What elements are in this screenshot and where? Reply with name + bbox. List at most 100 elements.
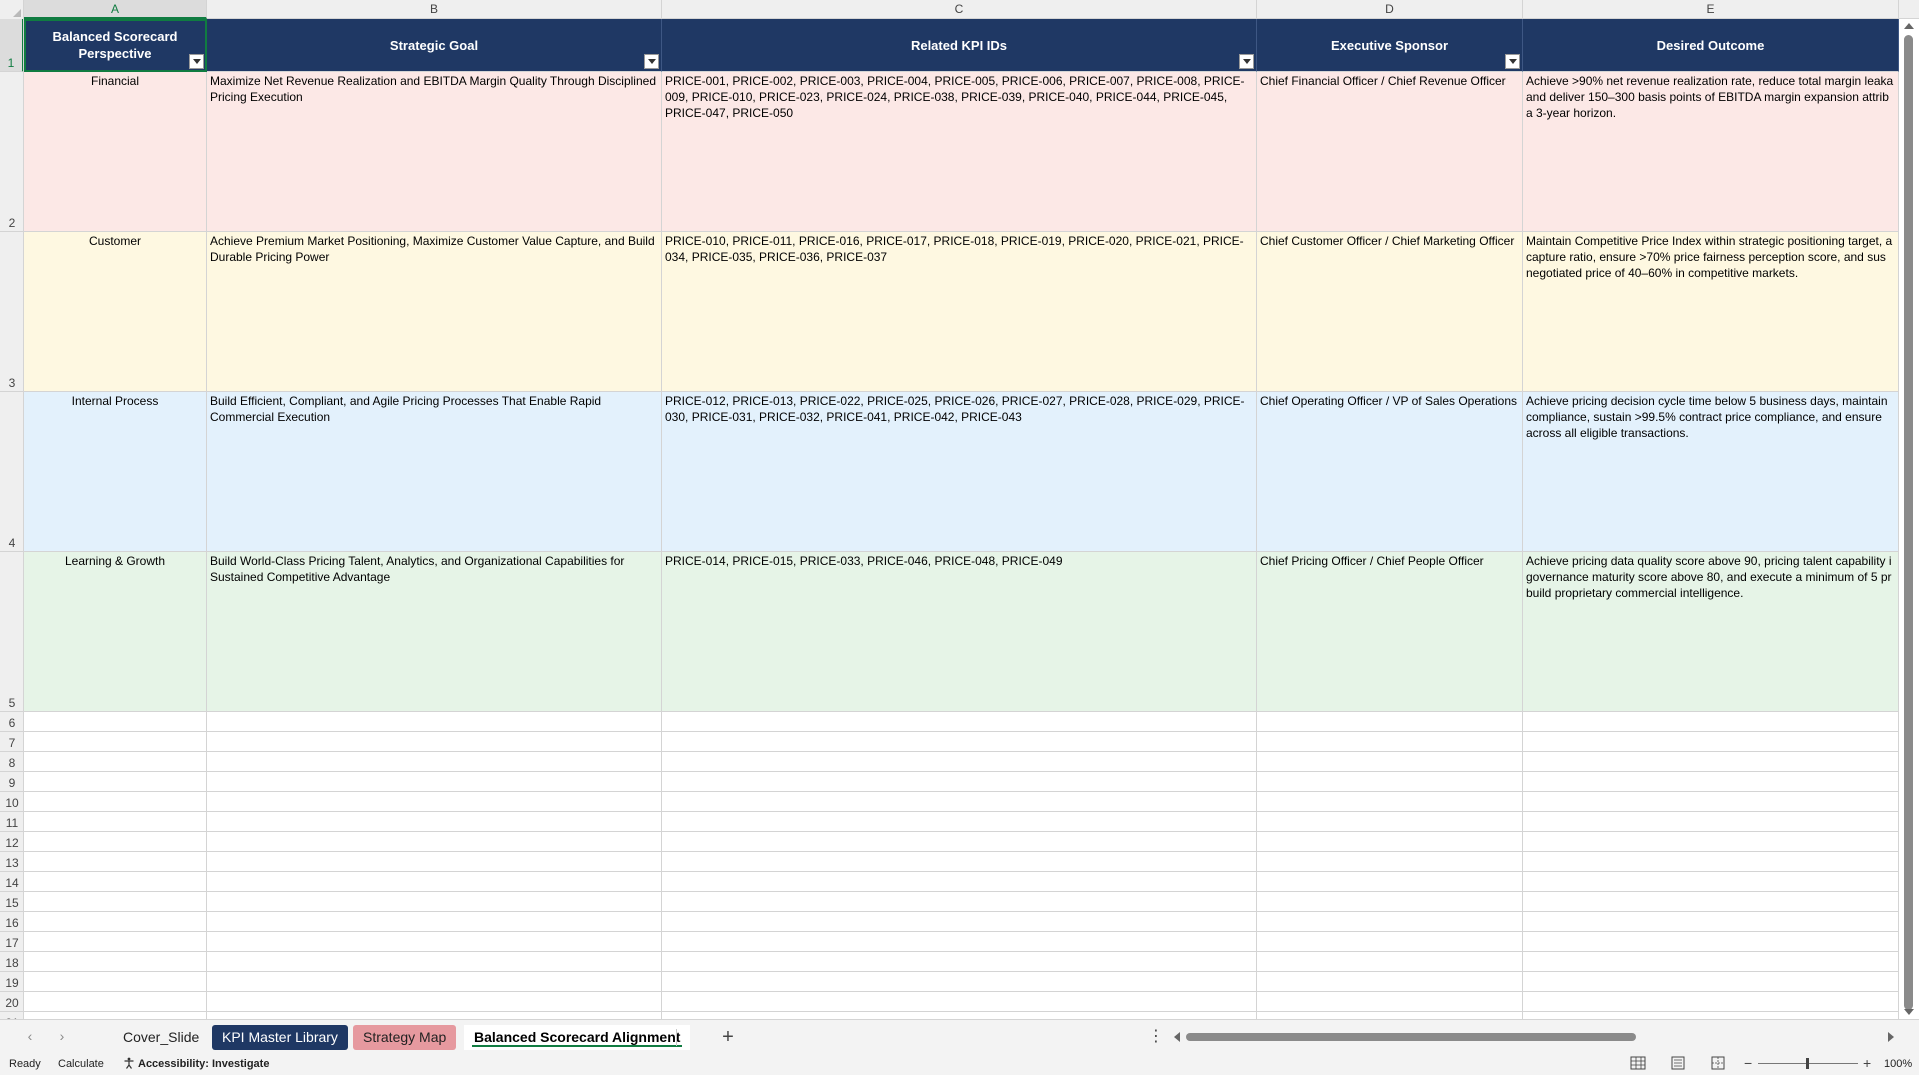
empty-cell[interactable] [1257, 952, 1523, 972]
vertical-scrollbar[interactable] [1899, 19, 1919, 1019]
empty-cell[interactable] [1257, 892, 1523, 912]
cell-perspective-financial[interactable]: Financial [24, 72, 207, 232]
empty-cell[interactable] [24, 752, 207, 772]
header-kpis[interactable]: Related KPI IDs [662, 19, 1257, 72]
empty-cell[interactable] [1257, 972, 1523, 992]
empty-cell[interactable] [1523, 752, 1899, 772]
empty-cell[interactable] [662, 732, 1257, 752]
more-options-icon[interactable]: ⋮ [1148, 1029, 1164, 1045]
empty-cell[interactable] [1523, 832, 1899, 852]
scroll-down-icon[interactable] [1904, 1009, 1914, 1015]
page-layout-icon[interactable] [1670, 1056, 1686, 1070]
filter-dropdown-icon[interactable] [189, 54, 204, 69]
cell-kpis-internal[interactable]: PRICE-012, PRICE-013, PRICE-022, PRICE-0… [662, 392, 1257, 552]
cell-goal-learning[interactable]: Build World-Class Pricing Talent, Analyt… [207, 552, 662, 712]
cell-sponsor-internal[interactable]: Chief Operating Officer / VP of Sales Op… [1257, 392, 1523, 552]
cell-kpis-financial[interactable]: PRICE-001, PRICE-002, PRICE-003, PRICE-0… [662, 72, 1257, 232]
cell-perspective-learning[interactable]: Learning & Growth [24, 552, 207, 712]
empty-cell[interactable] [207, 972, 662, 992]
empty-cell[interactable] [24, 712, 207, 732]
empty-cell[interactable] [662, 992, 1257, 1012]
horizontal-scroll-thumb[interactable] [1186, 1033, 1636, 1041]
empty-cell[interactable] [207, 932, 662, 952]
sheet-tab-kpi-master-library[interactable]: KPI Master Library [212, 1025, 348, 1050]
empty-cell[interactable] [1523, 872, 1899, 892]
empty-cell[interactable] [24, 972, 207, 992]
empty-cell[interactable] [24, 952, 207, 972]
row-header-3[interactable]: 3 [0, 232, 23, 392]
cell-perspective-customer[interactable]: Customer [24, 232, 207, 392]
empty-cell[interactable] [1523, 852, 1899, 872]
horizontal-scrollbar[interactable] [1172, 1029, 1896, 1045]
empty-cell[interactable] [24, 1012, 207, 1019]
column-header-c[interactable]: C [662, 0, 1257, 19]
empty-cell[interactable] [207, 1012, 662, 1019]
row-header-12[interactable]: 12 [0, 832, 23, 852]
column-header-b[interactable]: B [207, 0, 662, 19]
scroll-right-icon[interactable] [1888, 1032, 1894, 1042]
cell-goal-financial[interactable]: Maximize Net Revenue Realization and EBI… [207, 72, 662, 232]
row-header-10[interactable]: 10 [0, 792, 23, 812]
empty-cell[interactable] [24, 832, 207, 852]
empty-cell[interactable] [662, 852, 1257, 872]
empty-cell[interactable] [207, 912, 662, 932]
column-header-d[interactable]: D [1257, 0, 1523, 19]
empty-cell[interactable] [207, 832, 662, 852]
row-header-17[interactable]: 17 [0, 932, 23, 952]
zoom-in-button[interactable]: + [1863, 1055, 1871, 1071]
column-header-e[interactable]: E [1523, 0, 1899, 19]
zoom-slider-thumb[interactable] [1806, 1058, 1809, 1069]
empty-cell[interactable] [24, 812, 207, 832]
vertical-scroll-thumb[interactable] [1904, 35, 1913, 1010]
empty-cell[interactable] [662, 812, 1257, 832]
empty-cell[interactable] [207, 752, 662, 772]
status-calculate[interactable]: Calculate [58, 1057, 104, 1071]
header-outcome[interactable]: Desired Outcome [1523, 19, 1899, 72]
add-sheet-button[interactable]: + [716, 1025, 740, 1049]
cell-outcome-internal[interactable]: Achieve pricing decision cycle time belo… [1523, 392, 1899, 552]
empty-cell[interactable] [662, 952, 1257, 972]
empty-cell[interactable] [24, 912, 207, 932]
normal-view-icon[interactable] [1630, 1056, 1646, 1070]
zoom-out-button[interactable]: − [1744, 1055, 1752, 1071]
column-header-a[interactable]: A [24, 0, 207, 19]
row-header-9[interactable]: 9 [0, 772, 23, 792]
empty-cell[interactable] [662, 972, 1257, 992]
cell-perspective-internal[interactable]: Internal Process [24, 392, 207, 552]
empty-cell[interactable] [24, 932, 207, 952]
filter-dropdown-icon[interactable] [1505, 54, 1520, 69]
empty-cell[interactable] [1257, 1012, 1523, 1019]
scroll-left-icon[interactable] [1174, 1032, 1180, 1042]
empty-cell[interactable] [207, 772, 662, 792]
row-header-7[interactable]: 7 [0, 732, 23, 752]
empty-cell[interactable] [24, 852, 207, 872]
empty-cell[interactable] [1523, 812, 1899, 832]
cell-outcome-learning[interactable]: Achieve pricing data quality score above… [1523, 552, 1899, 712]
sheet-tab-strategy-map[interactable]: Strategy Map [353, 1025, 457, 1050]
header-perspective[interactable]: Balanced Scorecard Perspective [24, 19, 207, 72]
empty-cell[interactable] [24, 872, 207, 892]
empty-cell[interactable] [24, 892, 207, 912]
empty-cell[interactable] [1257, 792, 1523, 812]
filter-dropdown-icon[interactable] [644, 54, 659, 69]
empty-cell[interactable] [1523, 952, 1899, 972]
empty-cell[interactable] [1257, 932, 1523, 952]
header-sponsor[interactable]: Executive Sponsor [1257, 19, 1523, 72]
empty-cell[interactable] [1523, 792, 1899, 812]
empty-cell[interactable] [1523, 772, 1899, 792]
filter-dropdown-icon[interactable] [1239, 54, 1254, 69]
cell-sponsor-financial[interactable]: Chief Financial Officer / Chief Revenue … [1257, 72, 1523, 232]
cell-kpis-learning[interactable]: PRICE-014, PRICE-015, PRICE-033, PRICE-0… [662, 552, 1257, 712]
empty-cell[interactable] [1257, 872, 1523, 892]
empty-cell[interactable] [24, 732, 207, 752]
row-header-11[interactable]: 11 [0, 812, 23, 832]
empty-cell[interactable] [662, 772, 1257, 792]
empty-cell[interactable] [207, 852, 662, 872]
scroll-up-icon[interactable] [1904, 23, 1914, 29]
empty-cell[interactable] [662, 872, 1257, 892]
empty-cell[interactable] [207, 892, 662, 912]
select-all-corner[interactable] [0, 0, 24, 19]
empty-cell[interactable] [662, 832, 1257, 852]
empty-cell[interactable] [1257, 852, 1523, 872]
row-header-19[interactable]: 19 [0, 972, 23, 992]
